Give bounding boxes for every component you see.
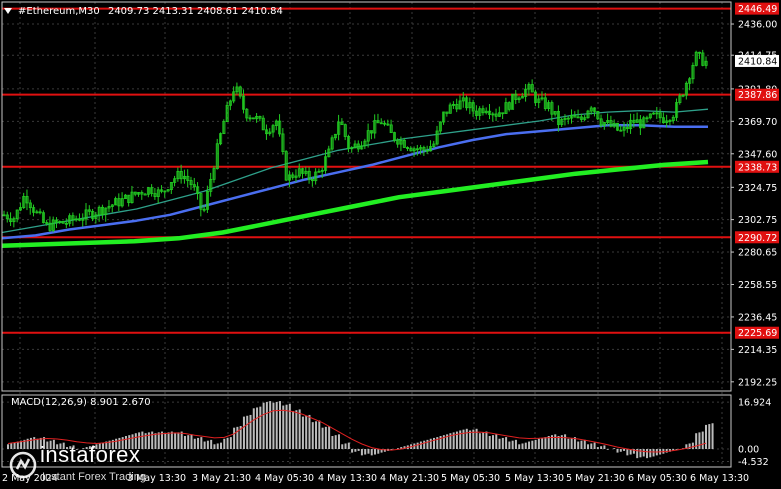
- price-tick-label: 2280.65: [738, 248, 777, 259]
- price-tick-label: 2347.60: [738, 149, 777, 160]
- ma-slow-path: [1, 159, 709, 248]
- level-price-label: 2387.86: [738, 90, 777, 101]
- instaforex-logo-icon: [9, 451, 37, 479]
- ohlc-values: 2409.73 2413.31 2408.61 2410.84: [108, 6, 283, 17]
- symbol-timeframe: #Ethereum,M30: [18, 6, 100, 17]
- ma-slow-line: [1, 159, 709, 248]
- price-tick-label: 2302.75: [738, 215, 777, 226]
- time-label: 4 May 21:30: [380, 473, 439, 484]
- instaforex-watermark: instaforex Instant Forex Trading: [8, 442, 198, 488]
- time-label: 5 May 21:30: [566, 473, 625, 484]
- header-triangle-icon[interactable]: [4, 8, 12, 14]
- watermark-tagline: Instant Forex Trading: [42, 471, 146, 483]
- time-label: 6 May 13:30: [690, 473, 749, 484]
- time-label: 6 May 05:30: [628, 473, 687, 484]
- macd-tick-label: 16.924: [738, 398, 771, 409]
- level-price-label: 2290.72: [738, 233, 777, 244]
- time-label: 5 May 05:30: [441, 473, 500, 484]
- macd-tick-label: 0.00: [738, 445, 759, 456]
- price-tick-label: 2214.35: [738, 345, 777, 356]
- price-tick-label: 2436.00: [738, 20, 777, 31]
- time-label: 4 May 05:30: [255, 473, 314, 484]
- macd-title: MACD(12,26,9) 8.901 2.670: [11, 397, 151, 408]
- price-tick-label: 2369.70: [738, 117, 777, 128]
- time-label: 3 May 21:30: [192, 473, 251, 484]
- price-tick-label: 2258.55: [738, 280, 777, 291]
- price-axis: 2436.002414.752391.802369.702347.602324.…: [731, 2, 779, 468]
- watermark-brand: instaforex: [40, 442, 141, 467]
- current-price-label: 2410.84: [738, 56, 777, 67]
- chart-header: #Ethereum,M30 2409.73 2413.31 2408.61 24…: [18, 6, 283, 17]
- level-price-label: 2338.73: [738, 162, 777, 173]
- time-label: 4 May 13:30: [318, 473, 377, 484]
- price-tick-label: 2236.45: [738, 312, 777, 323]
- level-price-label: 2446.49: [738, 4, 777, 15]
- price-tick-label: 2192.25: [738, 377, 777, 388]
- macd-tick-label: -4.532: [738, 457, 769, 468]
- trading-chart[interactable]: 2436.002414.752391.802369.702347.602324.…: [0, 0, 781, 489]
- price-tick-label: 2324.75: [738, 183, 777, 194]
- candle-body: [143, 193, 147, 196]
- level-price-label: 2225.69: [738, 328, 777, 339]
- time-label: 5 May 13:30: [505, 473, 564, 484]
